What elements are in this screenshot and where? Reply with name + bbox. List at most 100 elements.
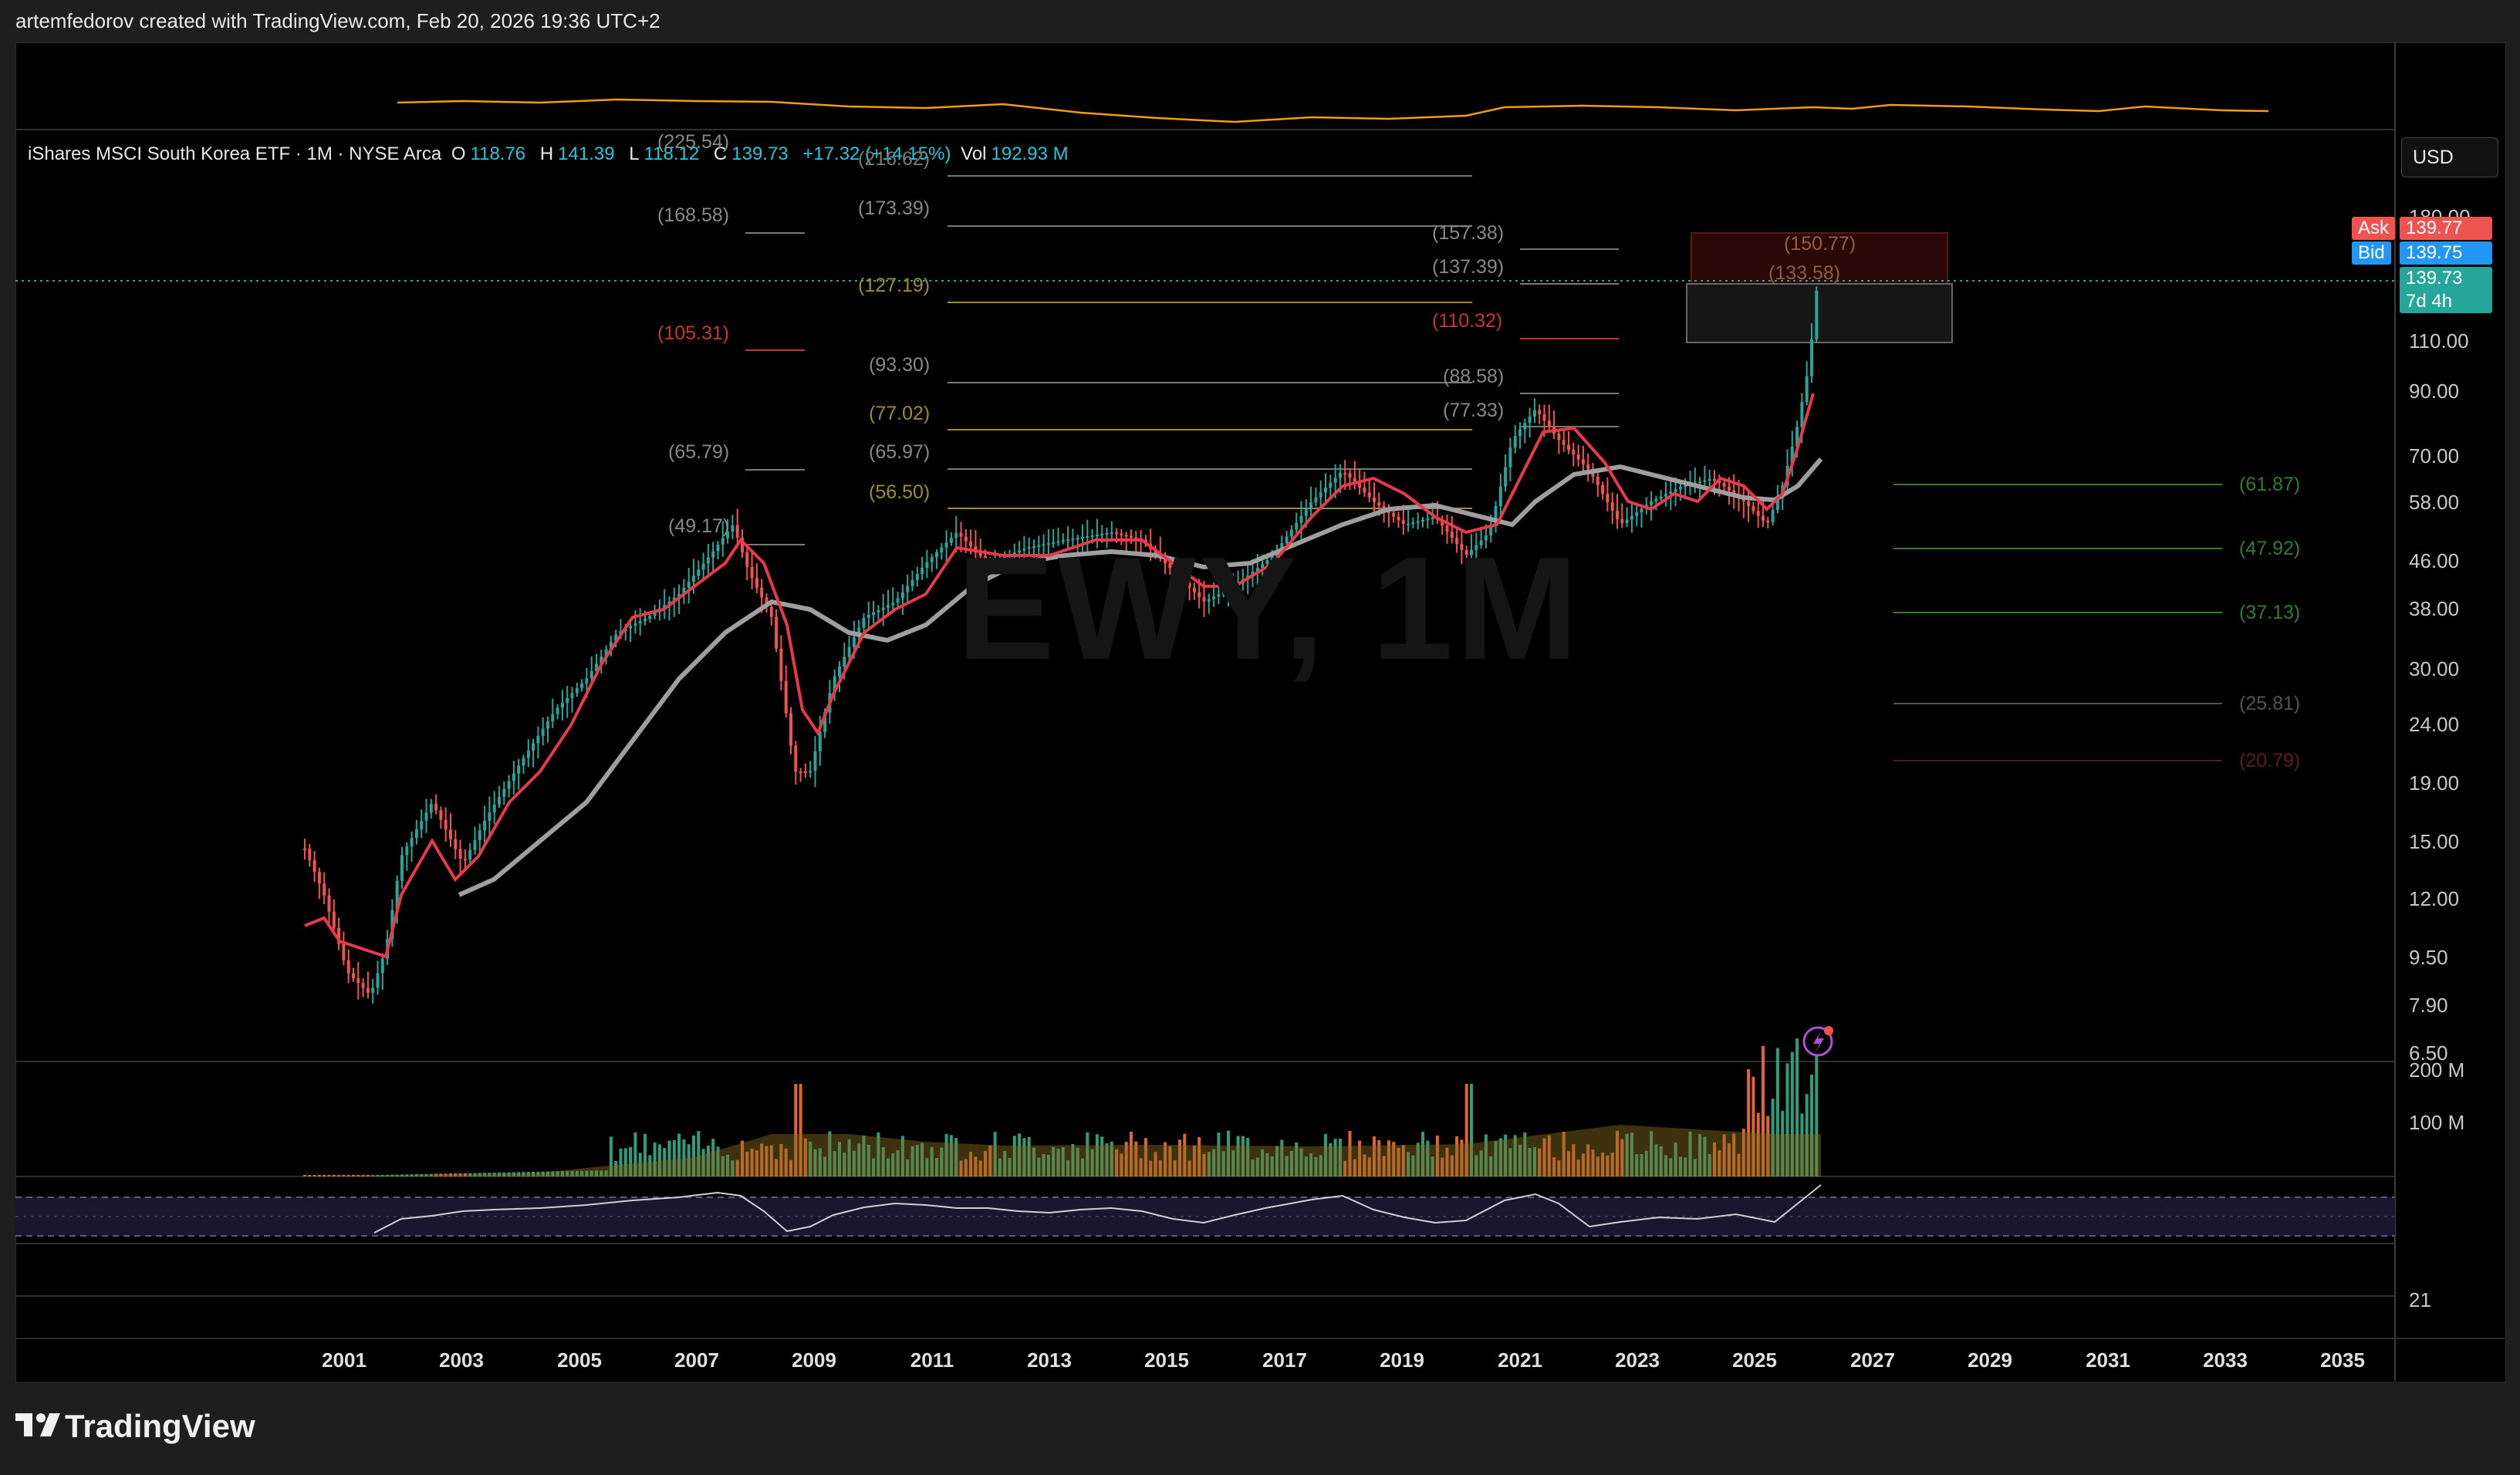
chart-canvas[interactable]: [0, 0, 2520, 1475]
candle-body: [449, 829, 452, 839]
candle-body: [546, 721, 549, 729]
candle-body: [784, 680, 788, 714]
candle-body: [1314, 497, 1318, 503]
candle-body: [1523, 423, 1527, 430]
candle-body: [735, 525, 739, 538]
candle-body: [1421, 520, 1424, 521]
ask-tag-label: Ask: [2352, 217, 2396, 240]
candle-body: [1504, 467, 1508, 487]
candle-body: [760, 587, 764, 598]
candle-body: [570, 693, 574, 698]
y-axis-label: 38.00: [2409, 597, 2460, 620]
ask-tag-value: 139.77: [2400, 217, 2492, 240]
candle-body: [429, 804, 433, 813]
symbol-watermark: EWY, 1M: [957, 527, 1582, 690]
bid-tag-label: Bid: [2352, 241, 2391, 265]
candle-body: [560, 703, 564, 708]
candle-body: [1805, 376, 1809, 403]
y-axis-label: 46.00: [2409, 549, 2460, 572]
x-axis-label: 2005: [557, 1348, 602, 1372]
candle-body: [420, 821, 424, 830]
candle-body: [502, 788, 506, 797]
candle-body: [944, 542, 948, 548]
candle-body: [779, 648, 783, 681]
x-axis-label: 2025: [1732, 1348, 1777, 1372]
candle-body: [1800, 402, 1804, 427]
fib-label: (225.54): [657, 131, 730, 153]
candle-body: [1319, 492, 1322, 498]
candle-body: [463, 859, 467, 861]
candle-body: [1498, 486, 1502, 506]
candle-body: [711, 551, 715, 558]
candle-body: [323, 883, 326, 896]
y-axis-label: 30.00: [2409, 657, 2460, 680]
candle-body: [1650, 501, 1654, 505]
candle-body: [1586, 464, 1590, 470]
y-axis-label: 15.00: [2409, 830, 2460, 853]
candle-body: [1762, 515, 1765, 521]
candle-body: [1722, 483, 1726, 487]
candle-body: [847, 646, 851, 657]
candle-body: [638, 621, 642, 624]
candle-body: [1562, 440, 1566, 445]
candle-body: [478, 830, 481, 840]
fib-label: (25.81): [2239, 693, 2301, 714]
candle-body: [356, 978, 360, 984]
candle-body: [332, 911, 336, 928]
candle-body: [424, 812, 428, 822]
bid-tag-value: 139.75: [2400, 241, 2492, 265]
candle-body: [906, 586, 910, 592]
candle-body: [1815, 291, 1819, 339]
candle-body: [1610, 501, 1614, 511]
candle-body: [468, 849, 472, 860]
candle-body: [692, 575, 695, 582]
candle-body: [1601, 484, 1605, 494]
candle-body: [1377, 501, 1381, 506]
candle-body: [799, 771, 802, 773]
candle-body: [935, 552, 938, 558]
candle-body: [361, 983, 365, 988]
x-axis-label: 2007: [674, 1348, 719, 1372]
candle-body: [327, 895, 331, 912]
candle-body: [371, 987, 375, 993]
candle-body: [769, 607, 773, 617]
currency-button[interactable]: USD: [2401, 137, 2498, 177]
candle-body: [526, 750, 530, 758]
candle-body: [881, 607, 885, 610]
candle-body: [517, 765, 521, 774]
candle-body: [444, 819, 448, 830]
candle-body: [1338, 473, 1342, 478]
candle-body: [1329, 482, 1333, 488]
candle-body: [458, 849, 462, 859]
candle-body: [789, 713, 792, 746]
fib-label: (150.77): [1784, 233, 1856, 255]
candle-body: [887, 605, 890, 608]
candle-body: [483, 820, 487, 831]
fib-label: (110.32): [1432, 310, 1503, 332]
fib-label: (88.58): [1443, 366, 1505, 387]
fib-label: (65.79): [668, 441, 730, 463]
fib-label: (93.30): [869, 354, 931, 376]
volume-ma-area: [305, 1125, 1821, 1176]
candle-body: [1363, 488, 1366, 493]
fib-label: (168.58): [657, 204, 730, 226]
candle-body: [1630, 515, 1633, 520]
candle-body: [1620, 519, 1624, 524]
candle-body: [910, 579, 914, 586]
candle-body: [687, 582, 691, 588]
x-axis-label: 2023: [1615, 1348, 1660, 1372]
candle-body: [1343, 473, 1347, 475]
candle-body: [803, 771, 807, 773]
candle-body: [1513, 436, 1517, 448]
top-indicator-line: [397, 98, 2269, 123]
candle-body: [342, 943, 346, 960]
candle-body: [745, 552, 749, 567]
candle-body: [1373, 497, 1376, 502]
candle-body: [940, 547, 944, 552]
candle-body: [1392, 512, 1396, 517]
candle-body: [566, 697, 569, 704]
candle-body: [312, 860, 316, 873]
fib-label: (77.02): [869, 403, 931, 424]
candle-body: [866, 615, 870, 618]
candle-body: [1508, 447, 1512, 467]
